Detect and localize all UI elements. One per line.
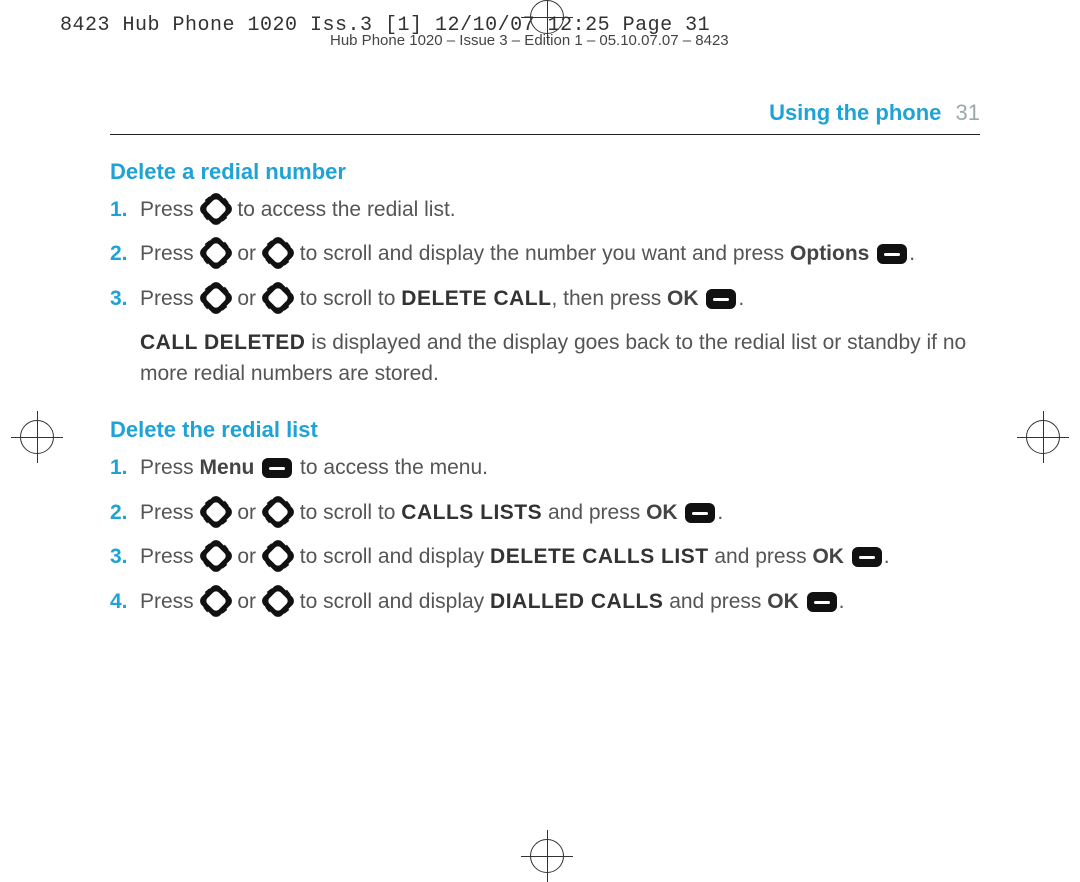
softkey-icon xyxy=(852,547,882,567)
step-number: 1. xyxy=(110,453,128,483)
step-text: or xyxy=(237,590,256,613)
display-text-calls-lists: CALLS LISTS xyxy=(401,501,542,524)
step-item: 3. Press or to scroll to DELETE CALL, th… xyxy=(110,284,980,314)
step-text: to scroll and display xyxy=(300,590,484,613)
step-text: to scroll and display the number you wan… xyxy=(300,242,784,265)
crop-mark-right xyxy=(1026,420,1060,454)
prepress-meta-small: Hub Phone 1020 – Issue 3 – Edition 1 – 0… xyxy=(330,32,729,49)
steps-delete-list: 1. Press Menu to access the menu. 2. Pre… xyxy=(110,453,980,617)
nav-key-icon xyxy=(197,582,234,619)
nav-key-icon xyxy=(260,538,297,575)
period: . xyxy=(884,545,890,568)
nav-key-icon xyxy=(197,235,234,272)
step-item: 2. Press or to scroll to CALLS LISTS and… xyxy=(110,498,980,528)
step-text: to scroll to xyxy=(300,501,396,524)
step-item: 2. Press or to scroll and display the nu… xyxy=(110,239,980,269)
step-item: 3. Press or to scroll and display DELETE… xyxy=(110,542,980,572)
period: . xyxy=(839,590,845,613)
step-item: 4. Press or to scroll and display DIALLE… xyxy=(110,587,980,617)
period: . xyxy=(738,287,744,310)
ok-label: OK xyxy=(767,590,799,613)
nav-key-icon xyxy=(260,582,297,619)
section-title-delete-number: Delete a redial number xyxy=(110,159,980,185)
section-title-delete-list: Delete the redial list xyxy=(110,417,980,443)
softkey-icon xyxy=(877,244,907,264)
crop-mark-left xyxy=(20,420,54,454)
display-text-delete-calls-list: DELETE CALLS LIST xyxy=(490,545,709,568)
step-text: or xyxy=(237,501,256,524)
result-note: CALL DELETED is displayed and the displa… xyxy=(140,328,980,389)
softkey-icon xyxy=(262,458,292,478)
step-text: and press xyxy=(669,590,761,613)
nav-key-icon xyxy=(197,191,234,228)
running-head: Using the phone 31 xyxy=(110,100,980,126)
display-text-dialled-calls: DIALLED CALLS xyxy=(490,590,663,613)
step-text: Press xyxy=(140,545,194,568)
nav-key-icon xyxy=(260,235,297,272)
step-text: or xyxy=(237,545,256,568)
step-number: 4. xyxy=(110,587,128,617)
softkey-icon xyxy=(685,503,715,523)
crop-mark-bottom xyxy=(530,839,564,873)
step-text: Press xyxy=(140,456,194,479)
ok-label: OK xyxy=(646,501,678,524)
ok-label: OK xyxy=(812,545,844,568)
page-body: Using the phone 31 Delete a redial numbe… xyxy=(110,100,980,631)
step-number: 3. xyxy=(110,542,128,572)
ok-label: OK xyxy=(667,287,699,310)
step-text: Press xyxy=(140,242,194,265)
step-item: 1. Press to access the redial list. xyxy=(110,195,980,225)
header-rule xyxy=(110,134,980,135)
nav-key-icon xyxy=(197,279,234,316)
step-text: and press xyxy=(714,545,806,568)
step-number: 2. xyxy=(110,239,128,269)
steps-delete-number: 1. Press to access the redial list. 2. P… xyxy=(110,195,980,314)
step-text: or xyxy=(237,242,256,265)
period: . xyxy=(909,242,915,265)
step-text: Press xyxy=(140,287,194,310)
softkey-icon xyxy=(807,592,837,612)
step-text: to scroll and display xyxy=(300,545,484,568)
nav-key-icon xyxy=(260,279,297,316)
step-text: and press xyxy=(548,501,640,524)
menu-label: Menu xyxy=(200,456,255,479)
step-text: , then press xyxy=(551,287,661,310)
step-text: to scroll to xyxy=(300,287,396,310)
nav-key-icon xyxy=(260,493,297,530)
step-item: 1. Press Menu to access the menu. xyxy=(110,453,980,483)
nav-key-icon xyxy=(197,538,234,575)
nav-key-icon xyxy=(197,493,234,530)
step-number: 2. xyxy=(110,498,128,528)
step-number: 3. xyxy=(110,284,128,314)
step-text: Press xyxy=(140,590,194,613)
step-number: 1. xyxy=(110,195,128,225)
step-text: to access the menu. xyxy=(300,456,488,479)
step-text: Press xyxy=(140,501,194,524)
running-head-title: Using the phone xyxy=(769,100,941,125)
options-label: Options xyxy=(790,242,869,265)
step-text: to access the redial list. xyxy=(237,198,455,221)
display-text-delete-call: DELETE CALL xyxy=(401,287,551,310)
step-text: Press xyxy=(140,198,194,221)
period: . xyxy=(717,501,723,524)
step-text: or xyxy=(237,287,256,310)
display-text-call-deleted: CALL DELETED xyxy=(140,331,305,354)
softkey-icon xyxy=(706,289,736,309)
page-number: 31 xyxy=(956,100,980,125)
